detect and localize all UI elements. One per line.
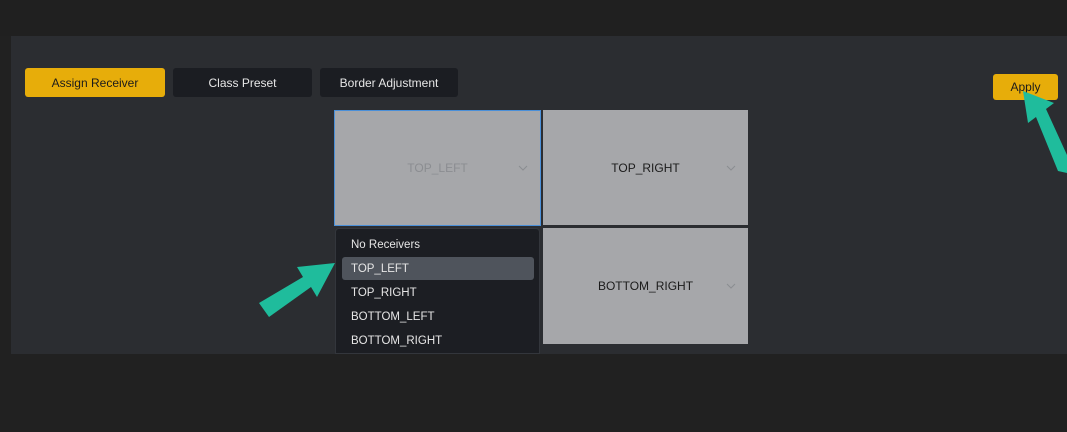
select-value: BOTTOM_RIGHT (597, 279, 694, 293)
receiver-select-top-right[interactable]: TOP_RIGHT (543, 110, 748, 225)
footer-area (0, 354, 1067, 432)
select-value: TOP_LEFT (407, 161, 468, 175)
chevron-down-icon (518, 165, 528, 171)
title-strip (0, 0, 1067, 36)
receiver-dropdown-menu: No Receivers TOP_LEFT TOP_RIGHT BOTTOM_L… (335, 228, 540, 354)
pointer-arrow-icon (1023, 91, 1067, 173)
pointer-arrow-icon (259, 263, 335, 317)
tab-assign-receiver[interactable]: Assign Receiver (25, 68, 165, 97)
tab-class-preset[interactable]: Class Preset (173, 68, 312, 97)
chevron-down-icon (726, 165, 736, 171)
tab-border-adjustment[interactable]: Border Adjustment (320, 68, 458, 97)
chevron-down-icon (726, 283, 736, 289)
dropdown-option-top-left[interactable]: TOP_LEFT (342, 257, 534, 280)
dropdown-option-top-right[interactable]: TOP_RIGHT (342, 281, 534, 304)
receiver-select-top-left[interactable]: TOP_LEFT (334, 110, 541, 226)
select-value: TOP_RIGHT (611, 160, 680, 175)
receiver-select-bottom-right[interactable]: BOTTOM_RIGHT (543, 228, 748, 344)
dropdown-option-bottom-right[interactable]: BOTTOM_RIGHT (342, 329, 534, 352)
dropdown-option-no-receivers[interactable]: No Receivers (342, 233, 534, 256)
dropdown-option-bottom-left[interactable]: BOTTOM_LEFT (342, 305, 534, 328)
